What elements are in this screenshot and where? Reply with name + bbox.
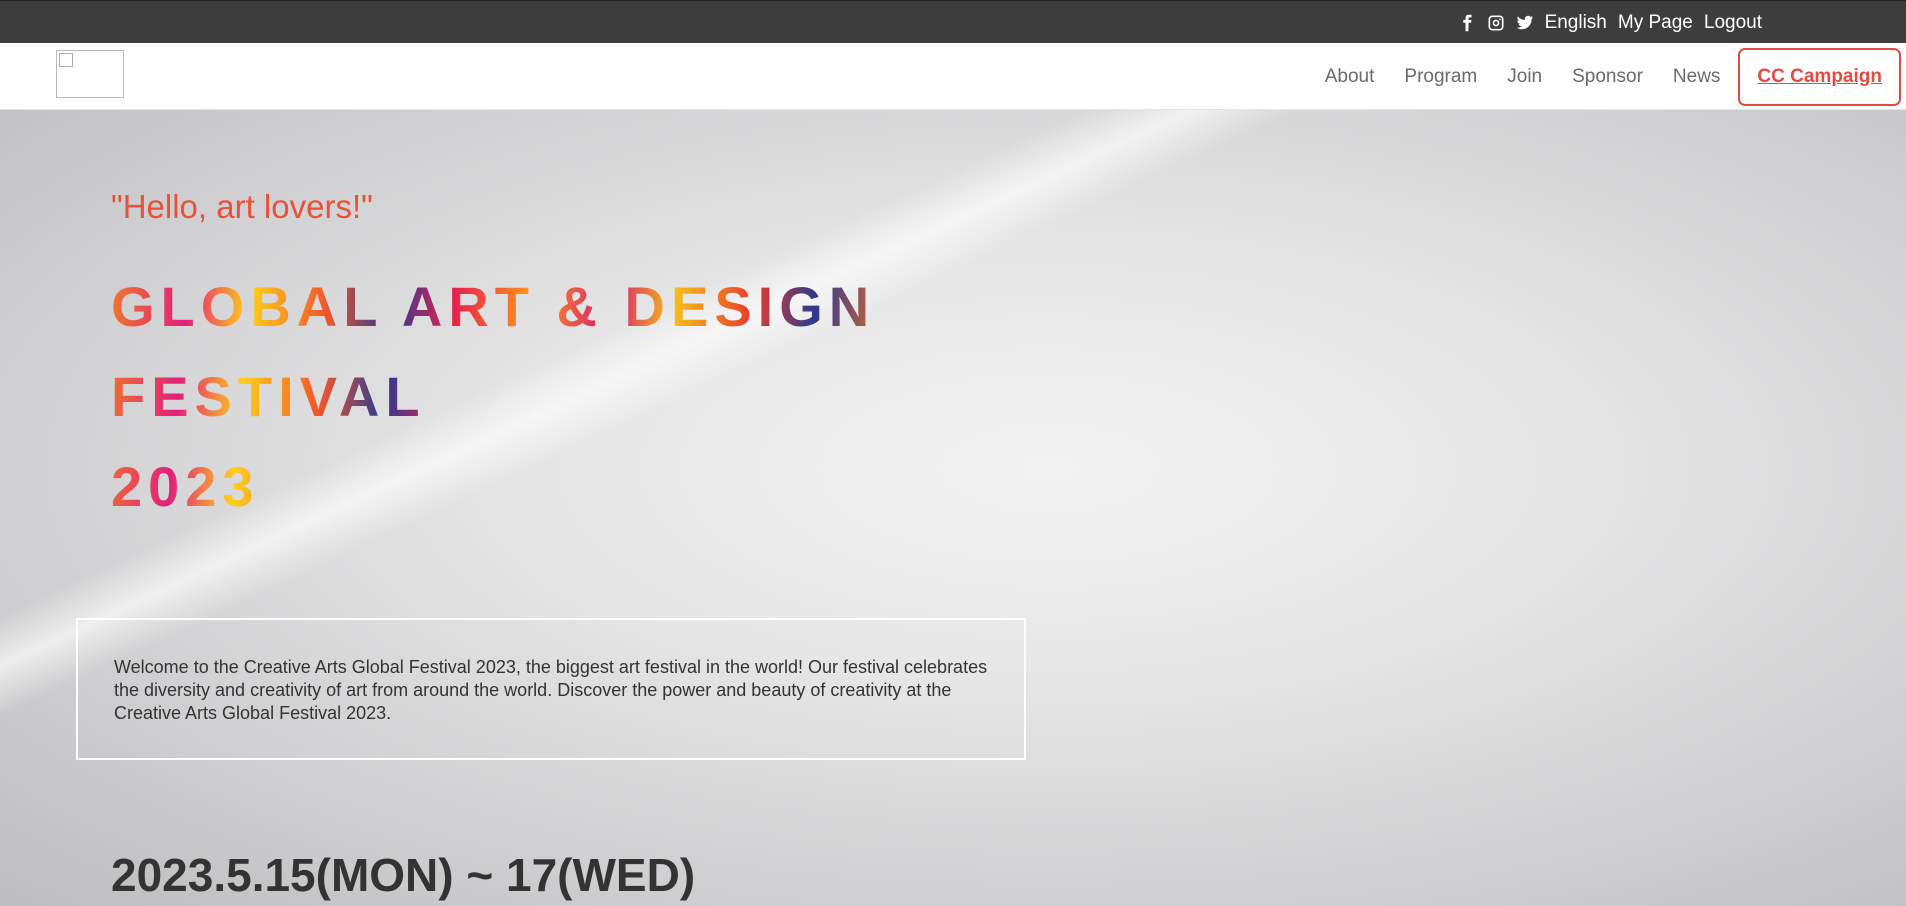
main-navbar: About Program Join Sponsor News CC Campa… xyxy=(0,43,1906,110)
main-nav: About Program Join Sponsor News CC Campa… xyxy=(1325,43,1906,110)
top-utility-bar: English My Page Logout xyxy=(0,0,1906,43)
welcome-text: Welcome to the Creative Arts Global Fest… xyxy=(114,657,988,723)
festival-date: 2023.5.15(MON) ~ 17(WED) xyxy=(111,849,696,901)
broken-image-icon xyxy=(59,53,73,67)
twitter-icon[interactable] xyxy=(1516,14,1534,32)
instagram-icon[interactable] xyxy=(1487,14,1505,32)
nav-about[interactable]: About xyxy=(1325,66,1375,88)
nav-sponsor[interactable]: Sponsor xyxy=(1572,66,1643,88)
utility-links: English My Page Logout xyxy=(1458,1,1762,44)
cc-campaign-button[interactable]: CC Campaign xyxy=(1738,47,1901,106)
logout-link[interactable]: Logout xyxy=(1704,12,1762,34)
welcome-box: Welcome to the Creative Arts Global Fest… xyxy=(76,618,1026,760)
festival-title-line-3: 2023 xyxy=(111,455,260,518)
festival-title-line-2: FESTIVAL xyxy=(111,365,426,428)
nav-news[interactable]: News xyxy=(1673,66,1721,88)
hero-greeting: "Hello, art lovers!" xyxy=(111,188,373,225)
nav-join[interactable]: Join xyxy=(1507,66,1542,88)
language-link[interactable]: English xyxy=(1545,12,1607,34)
hero-section: "Hello, art lovers!" GLOBAL ART & DESIGN… xyxy=(0,110,1906,906)
festival-title-line-1: GLOBAL ART & DESIGN xyxy=(111,275,876,338)
site-logo[interactable] xyxy=(56,50,124,98)
my-page-link[interactable]: My Page xyxy=(1618,12,1693,34)
nav-program[interactable]: Program xyxy=(1404,66,1477,88)
festival-title: GLOBAL ART & DESIGN FESTIVAL 2023 xyxy=(111,262,875,532)
facebook-icon[interactable] xyxy=(1458,14,1476,32)
